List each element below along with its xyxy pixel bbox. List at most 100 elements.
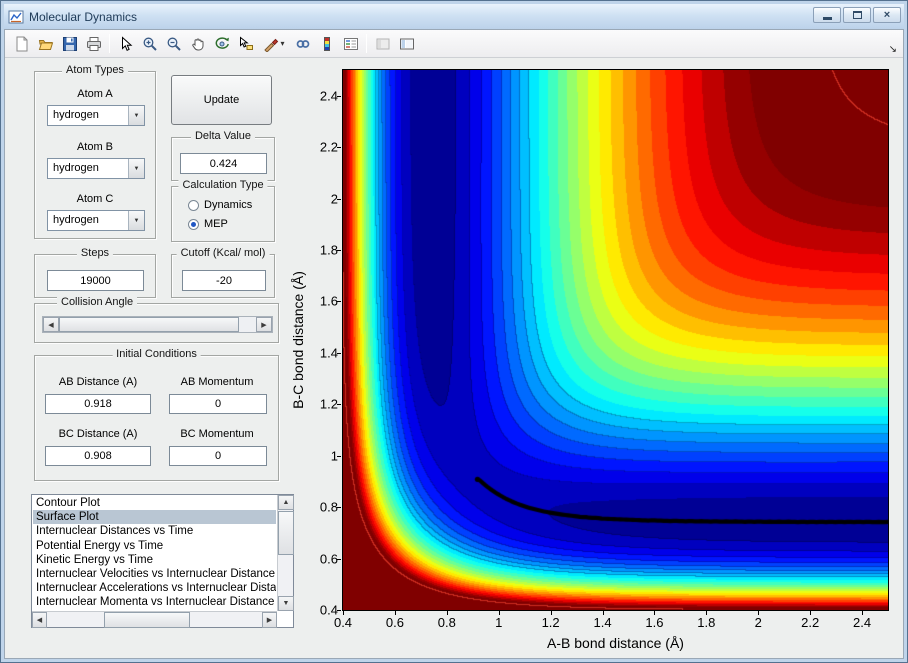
update-button[interactable]: Update [171,75,272,125]
hide-plot-tools-icon [375,36,391,52]
delta-value-panel: Delta Value 0.424 [171,137,275,181]
list-item[interactable]: Potential Energy vs Time [33,539,276,553]
maximize-button[interactable] [843,7,871,23]
horizontal-scrollbar[interactable]: ◀ ▶ [32,611,277,627]
bc-momentum-field[interactable]: 0 [169,446,267,466]
atom-c-dropdown[interactable]: hydrogen ▼ [47,210,145,231]
y-tick-mark [337,610,341,611]
slider-track[interactable] [239,317,256,332]
list-item[interactable]: Internuclear Velocities vs Internuclear … [33,567,276,581]
slider-right-arrow[interactable]: ▶ [256,317,272,332]
y-tick-label: 0.6 [302,551,338,566]
figure-toolbar: ▾ ↘ [5,30,903,58]
new-figure-button[interactable] [10,32,33,55]
pes-contour-plot[interactable] [342,69,889,611]
y-tick-label: 1.4 [302,345,338,360]
steps-panel: Steps 19000 [34,254,156,298]
scroll-right-arrow[interactable]: ▶ [262,612,277,628]
insert-colorbar-button[interactable] [315,32,338,55]
radio-checked-icon[interactable] [188,219,199,230]
list-item[interactable]: Internuclear Distances vs Time [33,524,276,538]
scroll-down-arrow[interactable]: ▼ [278,596,294,611]
radio-dynamics[interactable]: Dynamics [188,199,252,211]
scroll-up-arrow[interactable]: ▲ [278,495,294,510]
data-cursor-icon [238,36,254,52]
radio-mep[interactable]: MEP [188,218,228,230]
slider-left-arrow[interactable]: ◀ [43,317,59,332]
atom-b-dropdown[interactable]: hydrogen ▼ [47,158,145,179]
vertical-scrollbar[interactable]: ▲ ▼ [277,495,293,611]
vertical-scroll-thumb[interactable] [278,511,294,555]
zoom-in-button[interactable] [138,32,161,55]
list-item[interactable]: Surface Plot [33,510,276,524]
toolbar-separator [109,34,110,53]
steps-field[interactable]: 19000 [47,270,144,291]
slider-thumb[interactable] [59,317,239,332]
dropdown-arrow-icon[interactable]: ▼ [128,211,144,230]
horizontal-scroll-thumb[interactable] [104,612,190,628]
y-tick-mark [337,404,341,405]
window-frame: Molecular Dynamics × ▾ [1,1,907,662]
minimize-button[interactable] [813,7,841,23]
y-tick-label: 2.2 [302,140,338,155]
delta-value-field[interactable]: 0.424 [180,153,267,174]
rotate-3d-button[interactable] [210,32,233,55]
scroll-left-arrow[interactable]: ◀ [32,612,47,628]
save-figure-icon [62,36,78,52]
save-figure-button[interactable] [58,32,81,55]
close-button[interactable]: × [873,7,901,23]
panel-title: Delta Value [191,130,255,142]
pan-button[interactable] [186,32,209,55]
y-tick-label: 0.8 [302,500,338,515]
list-item[interactable]: Contour Plot [33,496,276,510]
radio-mep-label: MEP [204,218,228,230]
pes-plot-area: A-B bond distance (Å) B-C bond distance … [342,69,889,611]
x-tick-mark [603,611,604,615]
x-tick-label: 0.8 [438,615,456,630]
insert-legend-button[interactable] [339,32,362,55]
data-cursor-button[interactable] [234,32,257,55]
edit-plot-button[interactable] [114,32,137,55]
link-plot-button[interactable] [291,32,314,55]
x-tick-mark [810,611,811,615]
ab-momentum-field[interactable]: 0 [169,394,267,414]
cutoff-field[interactable]: -20 [182,270,266,291]
x-tick-label: 2 [755,615,762,630]
y-tick-mark [337,507,341,508]
titlebar[interactable]: Molecular Dynamics × [4,4,904,29]
y-tick-mark [337,250,341,251]
atom-b-value: hydrogen [53,162,99,174]
list-item[interactable]: Internuclear Momenta vs Internuclear Dis… [33,595,276,609]
dropdown-arrow-icon[interactable]: ▼ [128,159,144,178]
close-icon: × [884,10,890,21]
ab-distance-label: AB Distance (A) [45,376,151,388]
collision-angle-slider[interactable]: ◀ ▶ [42,316,273,333]
list-item[interactable]: Kinetic Energy vs Time [33,553,276,567]
list-item[interactable]: Internuclear Accelerations vs Internucle… [33,581,276,595]
panel-title: Steps [77,247,113,259]
zoom-in-icon [142,36,158,52]
show-plot-tools-button[interactable] [395,32,418,55]
bc-distance-field[interactable]: 0.908 [45,446,151,466]
brush-data-button[interactable]: ▾ [258,32,290,55]
y-tick-label: 0.4 [302,603,338,618]
toolbar-overflow-icon[interactable]: ↘ [889,45,897,55]
zoom-out-button[interactable] [162,32,185,55]
plot-type-listbox[interactable]: Contour PlotSurface PlotInternuclear Dis… [31,494,294,628]
bc-momentum-label: BC Momentum [167,428,267,440]
open-file-button[interactable] [34,32,57,55]
x-tick-mark [551,611,552,615]
hide-plot-tools-button[interactable] [371,32,394,55]
zoom-out-icon [166,36,182,52]
dropdown-arrow-icon[interactable]: ▼ [128,106,144,125]
ab-distance-field[interactable]: 0.918 [45,394,151,414]
show-plot-tools-icon [399,36,415,52]
brush-dropdown-caret-icon: ▾ [280,40,284,48]
radio-unchecked-icon[interactable] [188,200,199,211]
atom-b-label: Atom B [35,141,155,153]
panel-title: Calculation Type [178,179,267,191]
atom-a-value: hydrogen [53,109,99,121]
ab-momentum-label: AB Momentum [167,376,267,388]
atom-a-dropdown[interactable]: hydrogen ▼ [47,105,145,126]
print-figure-button[interactable] [82,32,105,55]
